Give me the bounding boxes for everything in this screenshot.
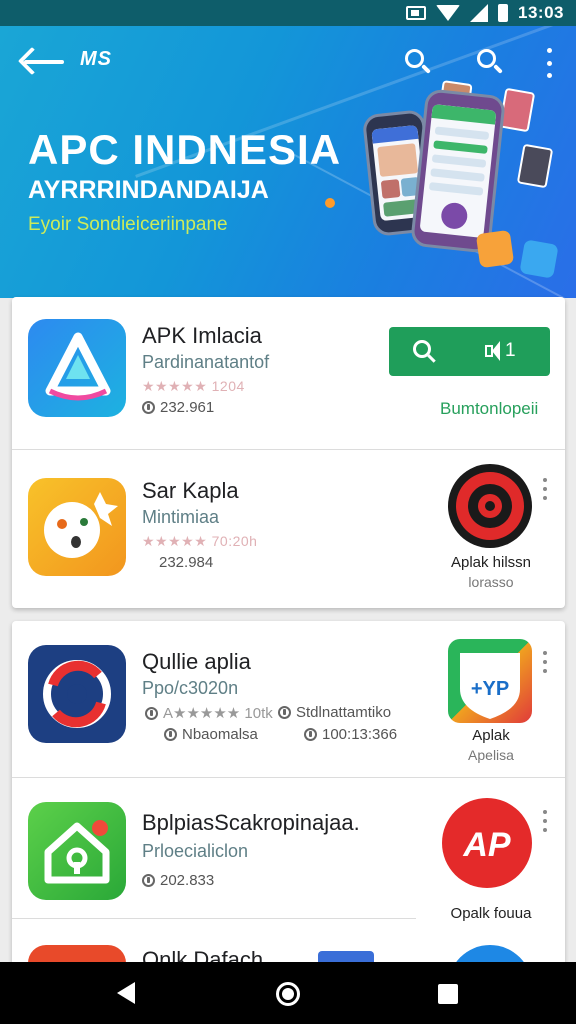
app-icon	[28, 802, 126, 900]
download-count: Nbaomalsa	[164, 726, 258, 743]
phone-mockup	[409, 88, 507, 254]
rating-icon	[145, 706, 158, 720]
install-count: 1	[505, 340, 516, 361]
more-vert-icon	[543, 478, 547, 482]
list-item[interactable]: BplpiasScakropinajaa. Prloecialiclon 202…	[12, 778, 565, 922]
banner-title: APC INDNESIA	[28, 126, 342, 173]
download-count: 232.984	[159, 554, 214, 571]
app-list-card: APK Imlacia Pardinanatantof ★★★★★ 1204 2…	[12, 297, 565, 608]
battery-icon	[498, 4, 509, 22]
row-menu-button[interactable]	[540, 810, 550, 832]
phones-illustration	[361, 80, 572, 282]
wifi-icon	[436, 5, 461, 21]
app-name: Sar Kapla	[142, 478, 239, 503]
nav-back-button[interactable]	[117, 982, 135, 1004]
download-count: 232.961	[142, 399, 214, 416]
info-icon	[278, 706, 291, 719]
brand-logo: MS	[80, 48, 112, 70]
decor-dot	[325, 198, 335, 208]
app-developer: Mintimiaa	[142, 507, 220, 527]
download-icon	[164, 728, 177, 741]
side-label: Aplak	[472, 727, 510, 744]
download-count: 202.833	[142, 872, 214, 889]
overflow-menu-button[interactable]	[540, 48, 558, 78]
app-icon	[28, 645, 126, 743]
rating-row: A★★★★★ 10tk	[145, 704, 273, 722]
system-nav-bar	[0, 962, 576, 1024]
header-banner: MS APC INDNESIA AYRRRINDANDAIJA Eyoir So…	[0, 26, 576, 298]
app-rating: ★★★★★ 1204	[142, 378, 245, 394]
app-icon	[28, 478, 126, 576]
app-developer: Pardinanatantof	[142, 352, 270, 372]
banner-subtitle: AYRRRINDANDAIJA	[28, 176, 269, 204]
app-badge-logo: AP	[442, 798, 532, 888]
download-icon	[142, 874, 155, 887]
secondary-action-link[interactable]: Bumtonlopeii	[440, 399, 538, 419]
status-time: 13:03	[518, 3, 564, 22]
more-vert-icon	[543, 810, 547, 814]
size-info: 100:13:366	[304, 726, 397, 743]
badge-text: AP	[462, 826, 511, 864]
more-vert-icon	[543, 651, 547, 655]
side-sublabel: Apelisa	[468, 747, 514, 763]
clock-icon	[304, 728, 317, 741]
back-button[interactable]	[17, 46, 66, 78]
list-item[interactable]: Qullie aplia Ppo/c3020n A★★★★★ 10tk Stdl…	[12, 621, 565, 777]
app-developer: Ppo/c3020n	[142, 678, 239, 698]
list-item[interactable]: Onlk Dafach	[12, 919, 565, 966]
list-item[interactable]: Sar Kapla Mintimiaa ★★★★★ 70:20h 232.984…	[12, 450, 565, 608]
search-button-secondary[interactable]	[474, 46, 506, 78]
download-icon	[142, 401, 155, 414]
app-badge-logo	[448, 464, 532, 548]
row-menu-button[interactable]	[540, 478, 550, 500]
app-rating: ★★★★★ 70:20h	[142, 533, 258, 549]
app-icon	[28, 319, 126, 417]
app-developer: Prloecialiclon	[142, 841, 249, 861]
banner-tagline: Eyoir Sondieiceriinpane	[28, 214, 228, 235]
nav-home-button[interactable]	[276, 982, 300, 1006]
cast-icon	[406, 6, 427, 20]
app-list-card: Qullie aplia Ppo/c3020n A★★★★★ 10tk Stdl…	[12, 621, 565, 966]
row-menu-button[interactable]	[540, 651, 550, 673]
side-sublabel: lorasso	[468, 574, 514, 590]
side-label: Aplak hilssn	[450, 554, 532, 571]
nav-recents-button[interactable]	[438, 984, 458, 1004]
search-button[interactable]	[402, 46, 434, 78]
app-name: BplpiasScakropinajaa.	[142, 810, 360, 835]
more-vert-icon	[546, 48, 552, 53]
list-item[interactable]: APK Imlacia Pardinanatantof ★★★★★ 1204 2…	[12, 297, 565, 449]
badge-text: +YP	[471, 678, 509, 700]
extra-info: Stdlnattamtiko	[278, 704, 391, 721]
install-button[interactable]: 1	[389, 327, 550, 376]
app-name: APK Imlacia	[142, 323, 262, 348]
signal-icon	[470, 4, 489, 22]
app-name: Qullie aplia	[142, 649, 251, 674]
app-badge-logo: +YP	[448, 639, 532, 723]
status-bar: 13:03	[0, 0, 576, 26]
